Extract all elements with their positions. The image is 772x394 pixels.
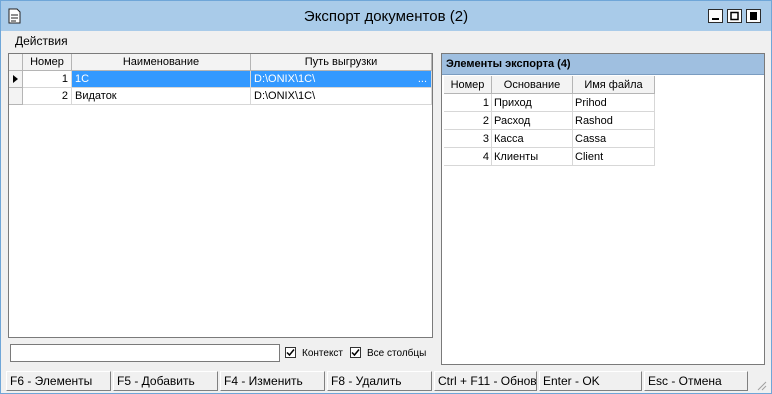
table-cell-basis[interactable]: Клиенты xyxy=(492,148,573,166)
table-cell-filename[interactable]: Client xyxy=(573,148,655,166)
column-header-number[interactable]: Номер xyxy=(444,76,492,94)
close-icon xyxy=(750,12,757,20)
minimize-icon xyxy=(712,18,719,20)
table-cell-number[interactable]: 1 xyxy=(444,94,492,112)
table-cell-filename[interactable]: Prihod xyxy=(573,94,655,112)
maximize-button[interactable] xyxy=(727,9,742,23)
minimize-button[interactable] xyxy=(708,9,723,23)
header-corner xyxy=(9,54,23,71)
documents-table[interactable]: Номер Наименование Путь выгрузки 1 1С D:… xyxy=(8,53,433,338)
title-bar[interactable]: Экспорт документов (2) xyxy=(1,1,771,31)
all-columns-checkbox-label: Все столбцы xyxy=(367,348,427,359)
refresh-button[interactable]: Ctrl + F11 - Обнов xyxy=(434,371,537,391)
ok-button[interactable]: Enter - OK xyxy=(539,371,642,391)
table-cell-basis[interactable]: Расход xyxy=(492,112,573,130)
edit-button[interactable]: F4 - Изменить xyxy=(220,371,325,391)
table-cell-name[interactable]: 1С xyxy=(72,71,251,88)
footer-toolbar: F6 - Элементы F5 - Добавить F4 - Изменит… xyxy=(1,370,771,393)
column-header-name[interactable]: Наименование xyxy=(72,54,251,71)
export-documents-window: Экспорт документов (2) Действия Номер На… xyxy=(0,0,772,394)
row-indicator[interactable] xyxy=(9,88,23,105)
panel-splitter[interactable] xyxy=(435,53,439,365)
elements-button[interactable]: F6 - Элементы xyxy=(6,371,111,391)
close-button[interactable] xyxy=(746,9,761,23)
table-cell-number[interactable]: 4 xyxy=(444,148,492,166)
table-cell-number[interactable]: 2 xyxy=(23,88,72,105)
export-elements-title: Элементы экспорта (4) xyxy=(446,58,571,70)
column-header-filename[interactable]: Имя файла xyxy=(573,76,655,94)
export-elements-panel[interactable]: Элементы экспорта (4) Номер Основание Им… xyxy=(441,53,765,365)
table-cell-basis[interactable]: Приход xyxy=(492,94,573,112)
resize-grip-icon[interactable] xyxy=(755,379,767,391)
maximize-icon xyxy=(730,11,739,21)
search-input[interactable] xyxy=(10,344,280,362)
table-cell-path[interactable]: D:\ONIX\1C\ ... xyxy=(251,71,432,88)
context-checkbox[interactable] xyxy=(285,347,296,358)
export-elements-header: Элементы экспорта (4) xyxy=(442,54,764,75)
row-indicator[interactable] xyxy=(9,71,23,88)
column-header-basis[interactable]: Основание xyxy=(492,76,573,94)
table-cell-number[interactable]: 3 xyxy=(444,130,492,148)
context-checkbox-label: Контекст xyxy=(302,348,344,359)
menu-bar: Действия xyxy=(1,31,771,50)
checkmark-icon xyxy=(286,349,295,357)
column-header-path[interactable]: Путь выгрузки xyxy=(251,54,432,71)
table-cell-filename[interactable]: Cassa xyxy=(573,130,655,148)
menu-actions[interactable]: Действия xyxy=(15,34,68,48)
checkmark-icon xyxy=(351,349,360,357)
table-cell-number[interactable]: 2 xyxy=(444,112,492,130)
column-header-number[interactable]: Номер xyxy=(23,54,72,71)
table-cell-filename[interactable]: Rashod xyxy=(573,112,655,130)
table-cell-basis[interactable]: Касса xyxy=(492,130,573,148)
cancel-button[interactable]: Esc - Отмена xyxy=(644,371,748,391)
delete-button[interactable]: F8 - Удалить xyxy=(327,371,432,391)
all-columns-checkbox[interactable] xyxy=(350,347,361,358)
table-cell-number[interactable]: 1 xyxy=(23,71,72,88)
table-cell-name[interactable]: Видаток xyxy=(72,88,251,105)
path-browse-ellipsis[interactable]: ... xyxy=(418,71,427,87)
add-button[interactable]: F5 - Добавить xyxy=(113,371,218,391)
table-cell-path[interactable]: D:\ONIX\1C\ xyxy=(251,88,432,105)
window-title: Экспорт документов (2) xyxy=(303,8,469,25)
current-row-arrow-icon xyxy=(13,75,18,83)
